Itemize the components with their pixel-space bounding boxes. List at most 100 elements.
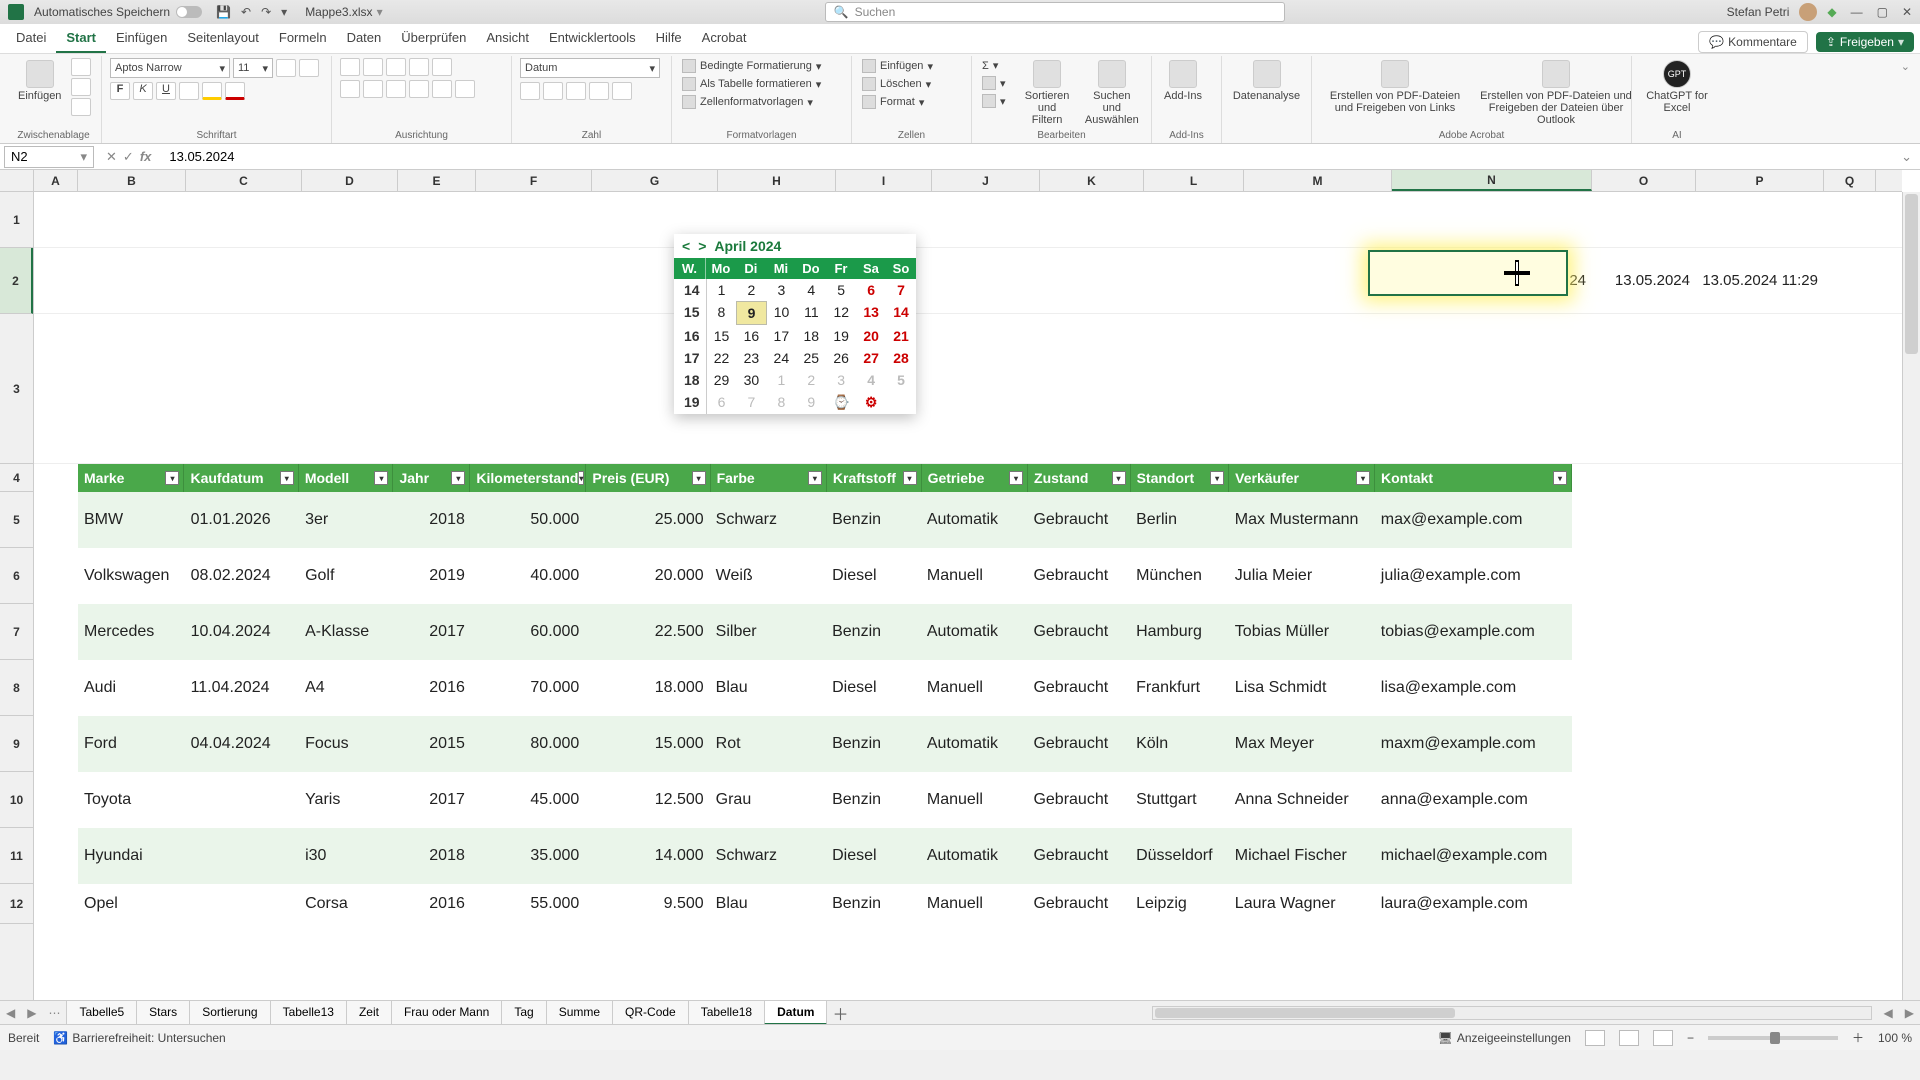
sheet-tab-sortierung[interactable]: Sortierung — [189, 1000, 270, 1025]
sheet-tab-stars[interactable]: Stars — [136, 1000, 190, 1025]
table-cell[interactable]: laura@example.com — [1375, 884, 1572, 924]
calendar-day[interactable]: 2 — [796, 369, 826, 391]
table-cell[interactable]: Weiß — [710, 548, 826, 604]
table-header-kontakt[interactable]: Kontakt▾ — [1375, 464, 1572, 492]
calendar-day[interactable]: 5 — [826, 279, 856, 301]
calendar-day[interactable]: 26 — [826, 347, 856, 369]
table-header-getriebe[interactable]: Getriebe▾ — [922, 464, 1028, 492]
format-painter-icon[interactable] — [71, 98, 91, 116]
currency-icon[interactable] — [520, 82, 540, 100]
filter-dropdown-icon[interactable]: ▾ — [808, 471, 822, 485]
table-row[interactable]: BMW01.01.20263er201850.00025.000SchwarzB… — [78, 492, 1572, 548]
calendar-day[interactable]: 9 — [796, 391, 826, 414]
menu-tab-einfügen[interactable]: Einfügen — [106, 24, 177, 53]
row-header-1[interactable]: 1 — [0, 192, 33, 248]
table-header-verkufer[interactable]: Verkäufer▾ — [1229, 464, 1375, 492]
table-cell[interactable]: 2018 — [394, 828, 471, 884]
cut-icon[interactable] — [71, 58, 91, 76]
table-cell[interactable]: Diesel — [826, 828, 921, 884]
avatar-icon[interactable] — [1799, 3, 1817, 21]
column-header-J[interactable]: J — [932, 170, 1040, 191]
scroll-left-icon[interactable]: ◀ — [1878, 1006, 1899, 1020]
calendar-day[interactable]: 24 — [766, 347, 796, 369]
table-cell[interactable]: tobias@example.com — [1375, 604, 1572, 660]
save-icon[interactable]: 💾 — [216, 5, 231, 19]
orientation-icon[interactable] — [409, 58, 429, 76]
table-cell[interactable]: 22.500 — [585, 604, 709, 660]
row-header-2[interactable]: 2 — [0, 248, 33, 314]
column-header-N[interactable]: N — [1392, 170, 1592, 191]
calendar-day[interactable]: 10 — [767, 301, 797, 325]
table-cell[interactable]: Benzin — [826, 884, 921, 924]
create-pdf-outlook-button[interactable]: Erstellen von PDF-Dateien undFreigeben d… — [1476, 58, 1636, 128]
vertical-scrollbar[interactable] — [1902, 192, 1920, 1032]
table-cell[interactable]: 25.000 — [585, 492, 709, 548]
table-cell[interactable]: Gebraucht — [1027, 548, 1130, 604]
calendar-day[interactable]: 15 — [707, 325, 737, 347]
table-header-kilometerstand[interactable]: Kilometerstand▾ — [470, 464, 586, 492]
font-size-select[interactable]: 11▾ — [233, 58, 273, 78]
table-cell[interactable]: 01.01.2026 — [185, 492, 299, 548]
calendar-day[interactable]: 30 — [736, 369, 766, 391]
select-all-corner[interactable] — [0, 170, 34, 192]
table-cell[interactable]: Rot — [710, 716, 826, 772]
column-header-M[interactable]: M — [1244, 170, 1392, 191]
table-cell[interactable]: Hyundai — [78, 828, 185, 884]
cell-styles-button[interactable]: Zellenformatvorlagen▾ — [680, 94, 815, 110]
table-cell[interactable]: lisa@example.com — [1375, 660, 1572, 716]
table-cell[interactable]: julia@example.com — [1375, 548, 1572, 604]
filter-dropdown-icon[interactable]: ▾ — [578, 471, 584, 485]
calendar-day[interactable]: 13 — [856, 301, 886, 325]
calendar-day[interactable]: 27 — [856, 347, 886, 369]
table-cell[interactable]: Michael Fischer — [1229, 828, 1375, 884]
filter-dropdown-icon[interactable]: ▾ — [1356, 471, 1370, 485]
table-cell[interactable]: Julia Meier — [1229, 548, 1375, 604]
calendar-day[interactable]: 4 — [796, 279, 826, 301]
calendar-day[interactable]: 2 — [736, 279, 766, 301]
table-cell[interactable]: 2017 — [394, 772, 471, 828]
table-cell[interactable]: 2017 — [394, 604, 471, 660]
table-cell[interactable]: Audi — [78, 660, 185, 716]
menu-tab-start[interactable]: Start — [56, 24, 106, 53]
table-header-jahr[interactable]: Jahr▾ — [393, 464, 470, 492]
table-cell[interactable]: Schwarz — [710, 828, 826, 884]
name-box[interactable]: N2▾ — [4, 146, 94, 168]
number-format-select[interactable]: Datum▾ — [520, 58, 660, 78]
menu-tab-daten[interactable]: Daten — [337, 24, 392, 53]
calendar-day[interactable]: 6 — [707, 391, 737, 414]
sheet-tab-summe[interactable]: Summe — [546, 1000, 613, 1025]
table-cell[interactable]: 20.000 — [585, 548, 709, 604]
chatgpt-button[interactable]: GPTChatGPT for Excel — [1640, 58, 1714, 116]
row-header-3[interactable]: 3 — [0, 314, 33, 464]
worksheet-grid[interactable]: ABCDEFGHIJKLMNOPQ 123456789101112 13.05.… — [0, 170, 1920, 1050]
calendar-day[interactable]: 19 — [826, 325, 856, 347]
calendar-day[interactable]: 14 — [886, 301, 916, 325]
align-left-icon[interactable] — [340, 80, 360, 98]
table-cell[interactable]: anna@example.com — [1375, 772, 1572, 828]
sheet-tab-zeit[interactable]: Zeit — [346, 1000, 392, 1025]
calendar-next-icon[interactable]: > — [698, 238, 706, 254]
increase-font-icon[interactable] — [276, 59, 296, 77]
table-cell[interactable]: Blau — [710, 660, 826, 716]
table-cell[interactable]: Silber — [710, 604, 826, 660]
table-cell[interactable]: Schwarz — [710, 492, 826, 548]
table-cell[interactable]: 40.000 — [471, 548, 585, 604]
table-cell[interactable]: Anna Schneider — [1229, 772, 1375, 828]
table-cell[interactable]: 2018 — [394, 492, 471, 548]
menu-tab-seitenlayout[interactable]: Seitenlayout — [177, 24, 269, 53]
calendar-day[interactable]: 1 — [707, 279, 737, 301]
sheet-tab-tabelle5[interactable]: Tabelle5 — [66, 1000, 137, 1025]
zoom-in-icon[interactable]: ＋ — [1852, 1029, 1864, 1046]
table-cell[interactable]: Gebraucht — [1027, 716, 1130, 772]
calendar-day[interactable]: 6 — [856, 279, 886, 301]
table-cell[interactable]: Max Meyer — [1229, 716, 1375, 772]
calendar-day[interactable]: 25 — [796, 347, 826, 369]
calendar-day[interactable]: 1 — [766, 369, 796, 391]
expand-formula-icon[interactable]: ⌄ — [1893, 149, 1920, 165]
table-cell[interactable]: Leipzig — [1130, 884, 1229, 924]
table-cell[interactable]: 10.04.2024 — [185, 604, 299, 660]
table-cell[interactable] — [185, 884, 299, 924]
view-layout-icon[interactable] — [1619, 1030, 1639, 1046]
table-cell[interactable]: Max Mustermann — [1229, 492, 1375, 548]
table-cell[interactable]: Köln — [1130, 716, 1229, 772]
